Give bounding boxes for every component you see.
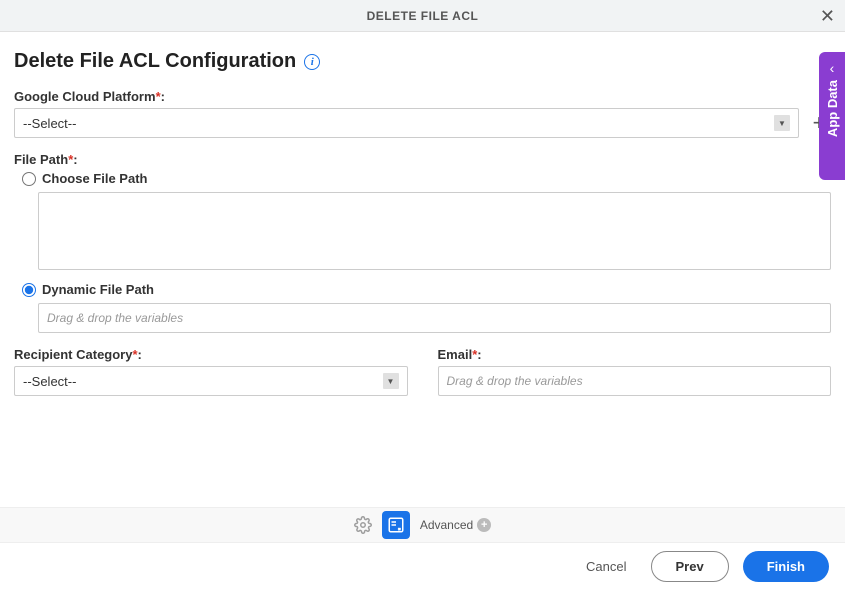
dynamic-file-path-radio[interactable] xyxy=(22,283,36,297)
email-input[interactable] xyxy=(438,366,832,396)
gear-icon[interactable] xyxy=(354,516,372,534)
dynamic-file-path-input[interactable] xyxy=(38,303,831,333)
chevron-down-icon: ▼ xyxy=(383,373,399,389)
advanced-label: Advanced xyxy=(420,518,473,532)
dialog-title: DELETE FILE ACL xyxy=(367,9,479,23)
gcp-select[interactable]: --Select-- ▼ xyxy=(14,108,799,138)
choose-file-path-radio-label: Choose File Path xyxy=(42,171,147,186)
bottom-toolbar: Advanced + xyxy=(0,507,845,543)
prev-button[interactable]: Prev xyxy=(651,551,729,582)
form-content: Delete File ACL Configuration i Google C… xyxy=(0,32,845,396)
gcp-select-row: --Select-- ▼ + xyxy=(14,108,831,138)
choose-file-path-box[interactable] xyxy=(38,192,831,270)
dialog-footer: Cancel Prev Finish xyxy=(0,543,845,589)
recipient-category-label: Recipient Category*: xyxy=(14,347,408,362)
chevron-left-icon: ‹ xyxy=(830,60,835,76)
gcp-label: Google Cloud Platform*: xyxy=(14,89,831,104)
form-view-button[interactable] xyxy=(382,511,410,539)
two-column-row: Recipient Category*: --Select-- ▼ Email*… xyxy=(14,347,831,396)
file-path-group: File Path*: Choose File Path Dynamic Fil… xyxy=(14,152,831,333)
plus-circle-icon: + xyxy=(477,518,491,532)
dynamic-file-path-radio-row: Dynamic File Path xyxy=(22,282,831,297)
file-path-label: File Path*: xyxy=(14,152,831,167)
recipient-category-value: --Select-- xyxy=(23,374,76,389)
cancel-button[interactable]: Cancel xyxy=(576,553,636,580)
email-col: Email*: xyxy=(438,347,832,396)
info-icon[interactable]: i xyxy=(304,54,320,70)
finish-button[interactable]: Finish xyxy=(743,551,829,582)
advanced-toggle[interactable]: Advanced + xyxy=(420,518,491,532)
page-title: Delete File ACL Configuration xyxy=(14,50,296,73)
choose-file-path-radio-row: Choose File Path xyxy=(22,171,831,186)
chevron-down-icon: ▼ xyxy=(774,115,790,131)
app-data-side-tab[interactable]: ‹ App Data xyxy=(819,52,845,180)
gcp-select-value: --Select-- xyxy=(23,116,76,131)
choose-file-path-radio[interactable] xyxy=(22,172,36,186)
form-icon xyxy=(387,516,405,534)
dynamic-file-path-radio-label: Dynamic File Path xyxy=(42,282,154,297)
recipient-category-select[interactable]: --Select-- ▼ xyxy=(14,366,408,396)
dialog-header: DELETE FILE ACL ✕ xyxy=(0,0,845,32)
gcp-field-group: Google Cloud Platform*: --Select-- ▼ + xyxy=(14,89,831,138)
recipient-category-col: Recipient Category*: --Select-- ▼ xyxy=(14,347,408,396)
side-tab-label: App Data xyxy=(825,80,840,137)
close-icon[interactable]: ✕ xyxy=(820,7,835,25)
email-label: Email*: xyxy=(438,347,832,362)
page-title-row: Delete File ACL Configuration i xyxy=(14,50,831,73)
